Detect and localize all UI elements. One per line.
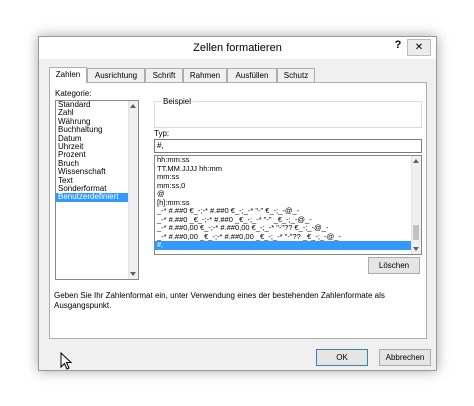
close-button[interactable]: ✕	[407, 39, 431, 56]
format-item[interactable]: @	[155, 190, 412, 199]
tab-rahmen[interactable]: Rahmen	[183, 68, 227, 82]
tab-ausrichtung[interactable]: Ausrichtung	[87, 68, 145, 82]
type-label: Typ:	[154, 129, 170, 138]
format-item[interactable]: #,	[155, 241, 412, 250]
title-bar[interactable]: Zellen formatieren ? ✕	[39, 37, 436, 59]
sample-group: Beispiel	[154, 97, 422, 128]
scroll-thumb[interactable]	[413, 225, 419, 240]
scroll-down-icon[interactable]	[130, 272, 136, 276]
scroll-up-icon[interactable]	[413, 159, 419, 163]
format-item[interactable]: _-* #.##0,00 €_-;-* #.##0,00 €_-;_-* "-"…	[155, 224, 412, 233]
tab-ausfuellen[interactable]: Ausfüllen	[227, 68, 277, 82]
sample-label: Beispiel	[161, 97, 194, 106]
category-item[interactable]: Benutzerdefiniert	[56, 192, 138, 202]
help-button[interactable]: ?	[391, 39, 405, 55]
format-cells-dialog: Zellen formatieren ? ✕ Zahlen Ausrichtun…	[38, 36, 437, 371]
format-scrollbar[interactable]	[411, 156, 421, 254]
cancel-button[interactable]: Abbrechen	[379, 349, 431, 366]
description-text: Geben Sie Ihr Zahlenformat ein, unter Ve…	[54, 291, 385, 310]
scroll-up-icon[interactable]	[130, 104, 136, 108]
format-list[interactable]: hh:mm:ss TT.MM.JJJJ hh:mm mm:ss mm:ss,0 @ [h]…	[154, 155, 422, 255]
format-item[interactable]: mm:ss	[155, 173, 412, 182]
dialog-title: Zellen formatieren	[193, 42, 282, 54]
format-item[interactable]: _-* #.##0 _€_-;-* #.##0 _€_-;_-* "-" _€_…	[155, 216, 412, 225]
close-icon: ✕	[414, 42, 424, 53]
scroll-down-icon[interactable]	[413, 247, 419, 251]
category-label: Kategorie:	[55, 89, 92, 98]
format-item[interactable]: mm:ss,0	[155, 182, 412, 191]
mouse-cursor-icon	[60, 352, 72, 370]
tab-schutz[interactable]: Schutz	[277, 68, 315, 82]
category-scrollbar[interactable]	[128, 101, 138, 279]
tab-schrift[interactable]: Schrift	[145, 68, 183, 82]
tab-zahlen[interactable]: Zahlen	[49, 67, 87, 83]
format-item[interactable]: [h]:mm:ss	[155, 199, 412, 208]
delete-button[interactable]: Löschen	[368, 257, 420, 274]
category-list[interactable]: Standard Zahl Währung Buchhaltung Datum Uhrze…	[55, 100, 139, 280]
format-item[interactable]: _-* #.##0,00 _€_-;-* #.##0,00 _€_-;_-* "…	[155, 233, 412, 242]
number-tab-panel: Kategorie: Standard Zahl Währung Buchhaltun…	[49, 82, 427, 339]
format-item[interactable]: TT.MM.JJJJ hh:mm	[155, 165, 412, 174]
type-input[interactable]: #,	[154, 139, 422, 153]
ok-button[interactable]: OK	[316, 349, 368, 366]
format-item[interactable]: _-* #.##0 €_-;-* #.##0 €_-;_-* "-" €_-;_…	[155, 207, 412, 216]
format-item[interactable]: hh:mm:ss	[155, 156, 412, 165]
